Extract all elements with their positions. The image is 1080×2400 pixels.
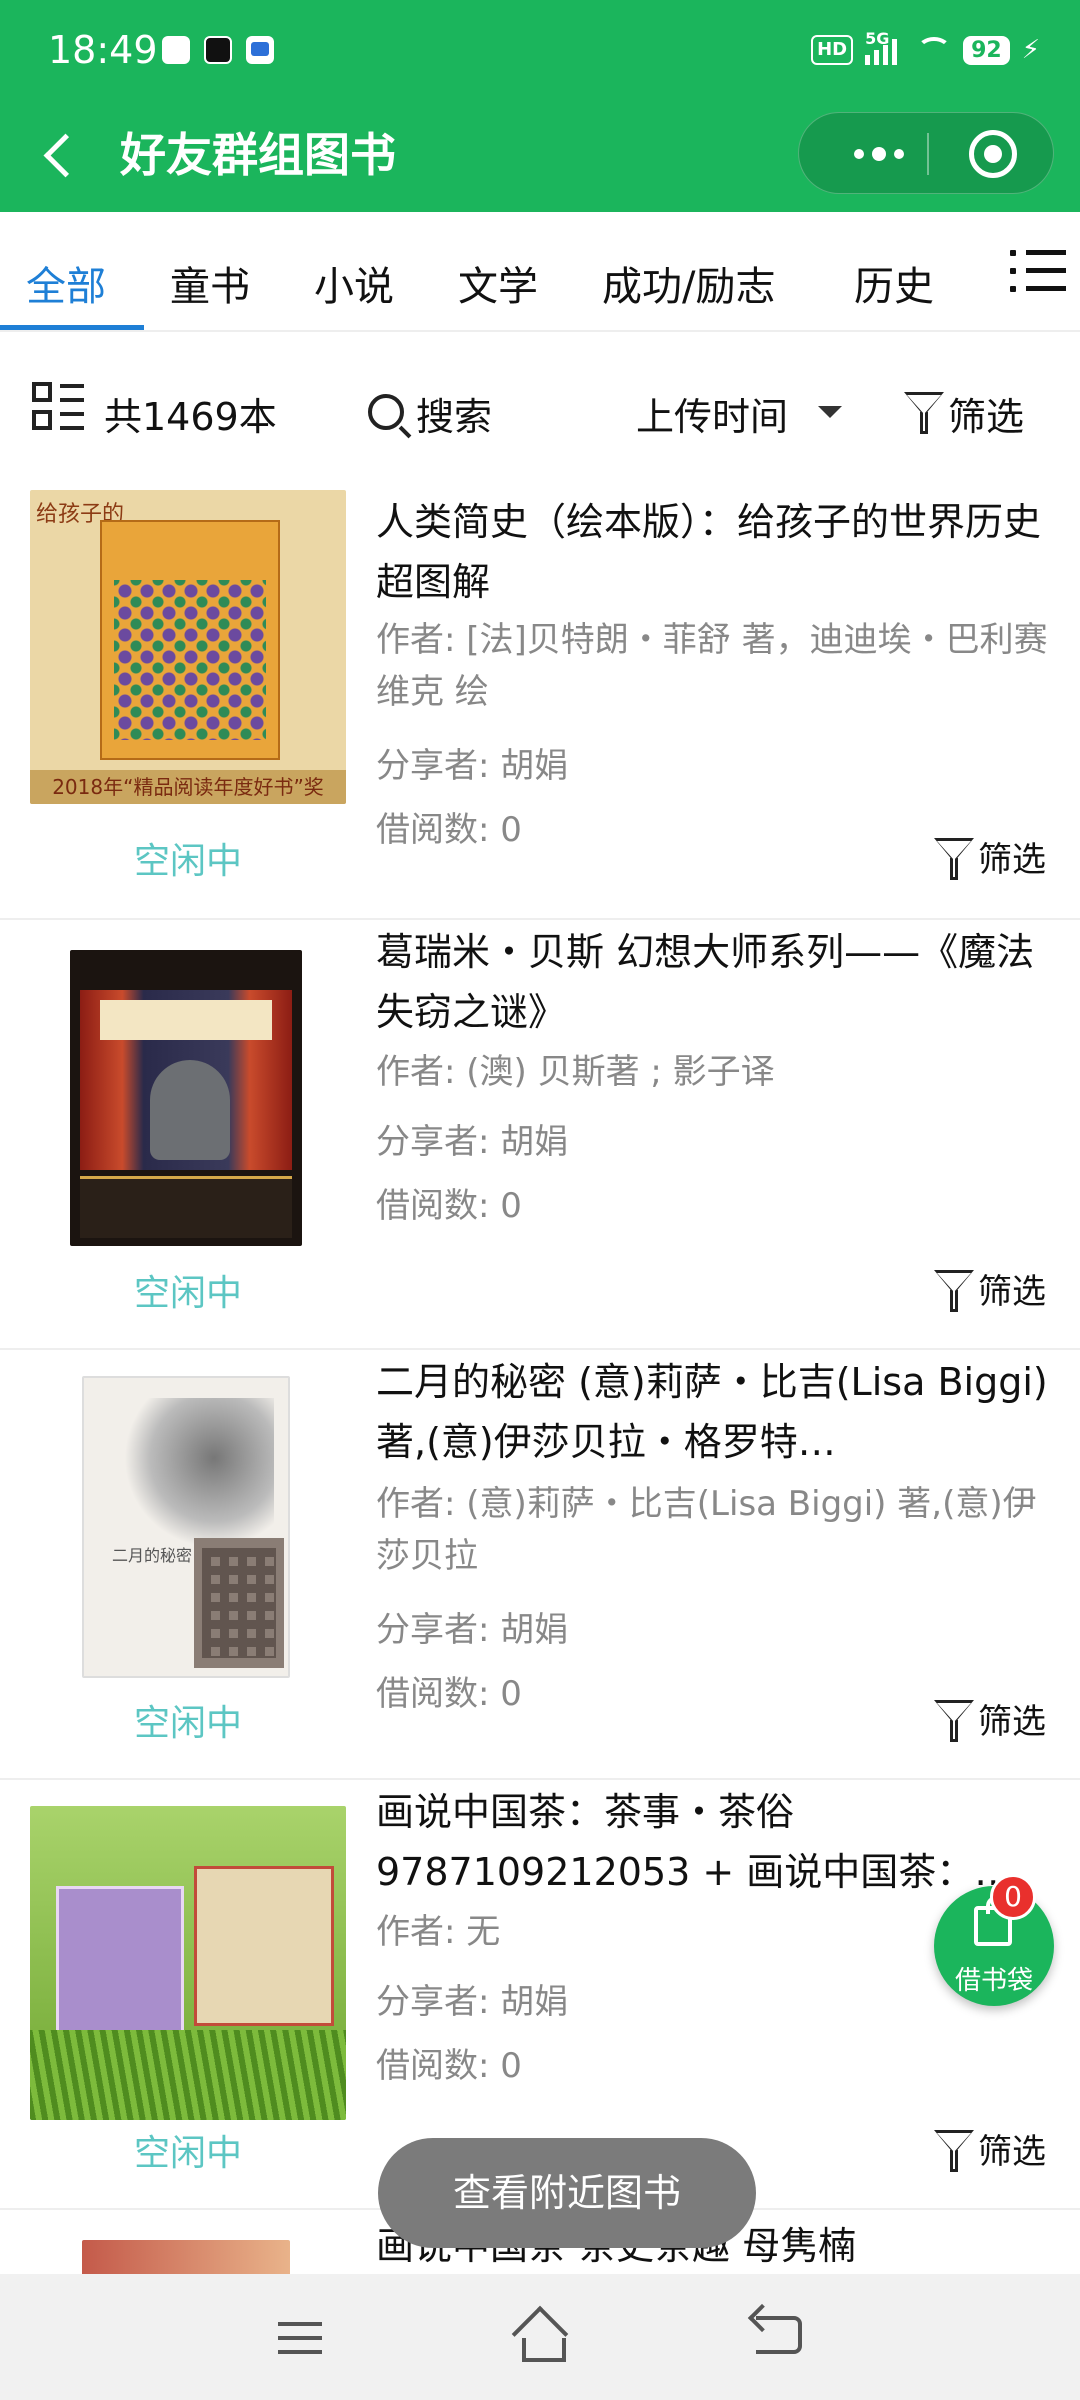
book-cover[interactable]: 二月的秘密 xyxy=(82,1376,290,1678)
search-icon[interactable] xyxy=(368,394,404,430)
bag-label: 借书袋 xyxy=(954,1966,1033,1996)
filter-button[interactable]: 筛选 xyxy=(948,386,1024,441)
bag-badge: 0 xyxy=(990,1874,1036,1920)
book-author: 作者: (意)莉萨・比吉(Lisa Biggi) 著,(意)伊莎贝拉 xyxy=(376,1484,1037,1576)
top-bar: 18:49 HD 5G 92 ⚡ 好友群组图书 xyxy=(0,0,1080,212)
book-borrow-count: 借阅数: 0 xyxy=(376,1674,522,1714)
status-bar: 18:49 HD 5G 92 ⚡ xyxy=(0,0,1080,100)
book-title[interactable]: 画说中国茶：茶事・茶俗 9787109212053 + 画说中国茶：… xyxy=(376,1782,1056,1902)
sort-dropdown[interactable]: 上传时间 xyxy=(636,386,788,441)
status-time: 18:49 xyxy=(48,28,158,72)
filter-icon[interactable] xyxy=(934,1270,974,1312)
filter-icon[interactable] xyxy=(904,392,944,434)
charging-icon: ⚡ xyxy=(1021,35,1040,65)
more-icon[interactable] xyxy=(829,113,929,195)
book-cover[interactable] xyxy=(30,1806,346,2120)
cover-title: 二月的秘密 xyxy=(112,1546,193,1565)
list-toolbar: 共1469本 搜索 上传时间 筛选 xyxy=(0,332,1080,464)
capsule-divider xyxy=(927,133,929,175)
cover-award: 2018年“精品阅读年度好书”奖 xyxy=(30,770,346,804)
cover-pattern xyxy=(114,580,266,740)
tab-novel[interactable]: 小说 xyxy=(314,254,394,312)
title-bar: 好友群组图书 xyxy=(0,100,1080,212)
book-author: 作者: [法]贝特朗・菲舒 著，迪迪埃・巴利赛维克 绘 xyxy=(376,620,1048,712)
tab-success[interactable]: 成功/励志 xyxy=(602,254,775,312)
cover-building xyxy=(194,1538,284,1668)
tab-children[interactable]: 童书 xyxy=(170,254,250,312)
cover-grass xyxy=(30,2030,346,2120)
category-tabs: 全部 童书 小说 文学 成功/励志 历史 xyxy=(0,212,1080,332)
book-title[interactable]: 葛瑞米・贝斯 幻想大师系列——《魔法失窃之谜》 xyxy=(376,922,1056,1042)
book-status: 空闲中 xyxy=(133,841,242,882)
mini-program-capsule xyxy=(798,112,1054,194)
tab-literature[interactable]: 文学 xyxy=(458,254,538,312)
book-borrow-count: 借阅数: 0 xyxy=(376,2046,522,2086)
book-author: 作者: (澳) 贝斯著 ; 影子译 xyxy=(376,1052,775,1092)
system-nav-bar xyxy=(0,2274,1080,2400)
book-borrow-count: 借阅数: 0 xyxy=(376,1186,522,1226)
cover-footer xyxy=(80,1176,292,1238)
tiktok-icon xyxy=(204,36,232,64)
book-item[interactable]: 葛瑞米・贝斯 幻想大师系列——《魔法失窃之谜》 作者: (澳) 贝斯著 ; 影子… xyxy=(0,920,1080,1350)
tab-active-indicator xyxy=(0,325,144,330)
nav-menu-icon[interactable] xyxy=(278,2322,322,2356)
book-filter-button[interactable]: 筛选 xyxy=(978,832,1046,881)
wifi-icon xyxy=(917,37,952,63)
nav-home-icon[interactable] xyxy=(512,2308,568,2364)
book-cover[interactable] xyxy=(82,2240,290,2274)
signal-icon: 5G xyxy=(865,29,905,65)
nearby-books-button[interactable]: 查看附近图书 xyxy=(378,2138,756,2248)
filter-icon[interactable] xyxy=(934,838,974,880)
book-status: 空闲中 xyxy=(133,2133,242,2174)
book-item[interactable]: 二月的秘密 二月的秘密 (意)莉萨・比吉(Lisa Biggi) 著,(意)伊莎… xyxy=(0,1350,1080,1780)
cover-book-left xyxy=(56,1886,184,2036)
book-filter-button[interactable]: 筛选 xyxy=(978,2124,1046,2173)
filter-icon[interactable] xyxy=(934,1700,974,1742)
cover-book-right xyxy=(194,1866,334,2026)
book-count: 共1469本 xyxy=(104,395,277,439)
filter-icon[interactable] xyxy=(934,2130,974,2172)
book-filter-button[interactable]: 筛选 xyxy=(978,1694,1046,1743)
sort-arrow-icon[interactable] xyxy=(818,406,842,418)
book-borrow-count: 借阅数: 0 xyxy=(376,810,522,850)
cover-character xyxy=(150,1060,230,1160)
search-button[interactable]: 搜索 xyxy=(416,386,492,441)
book-sharer: 分享者: 胡娟 xyxy=(376,1610,569,1650)
book-cover[interactable] xyxy=(70,950,302,1246)
book-title[interactable]: 二月的秘密 (意)莉萨・比吉(Lisa Biggi) 著,(意)伊莎贝拉・格罗特… xyxy=(376,1352,1056,1472)
book-cover[interactable]: 给孩子的 2018年“精品阅读年度好书”奖 xyxy=(30,490,346,804)
tab-history[interactable]: 历史 xyxy=(854,254,934,312)
cover-art xyxy=(124,1398,274,1548)
app-notification-icon xyxy=(162,36,190,64)
nav-back-icon[interactable] xyxy=(756,2316,802,2354)
mail-icon xyxy=(246,36,274,64)
back-icon[interactable] xyxy=(36,124,86,184)
battery-icon: 92 xyxy=(963,35,1010,65)
cover-title-plate xyxy=(100,1000,272,1040)
tab-all[interactable]: 全部 xyxy=(26,254,106,312)
tab-menu-icon[interactable] xyxy=(1010,250,1066,296)
book-title[interactable]: 人类简史（绘本版）：给孩子的世界历史超图解 xyxy=(376,492,1056,612)
grid-view-icon[interactable] xyxy=(32,382,84,434)
book-status: 空闲中 xyxy=(133,1273,242,1314)
book-item[interactable]: 给孩子的 2018年“精品阅读年度好书”奖 人类简史（绘本版）：给孩子的世界历史… xyxy=(0,490,1080,920)
page-title: 好友群组图书 xyxy=(120,128,396,182)
book-status: 空闲中 xyxy=(133,1703,242,1744)
status-right: HD 5G 92 ⚡ xyxy=(811,29,1040,70)
book-sharer: 分享者: 胡娟 xyxy=(376,1982,569,2022)
book-filter-button[interactable]: 筛选 xyxy=(978,1264,1046,1313)
close-circle-icon[interactable] xyxy=(969,130,1017,178)
book-sharer: 分享者: 胡娟 xyxy=(376,746,569,786)
book-sharer: 分享者: 胡娟 xyxy=(376,1122,569,1162)
hd-icon: HD xyxy=(811,35,854,65)
